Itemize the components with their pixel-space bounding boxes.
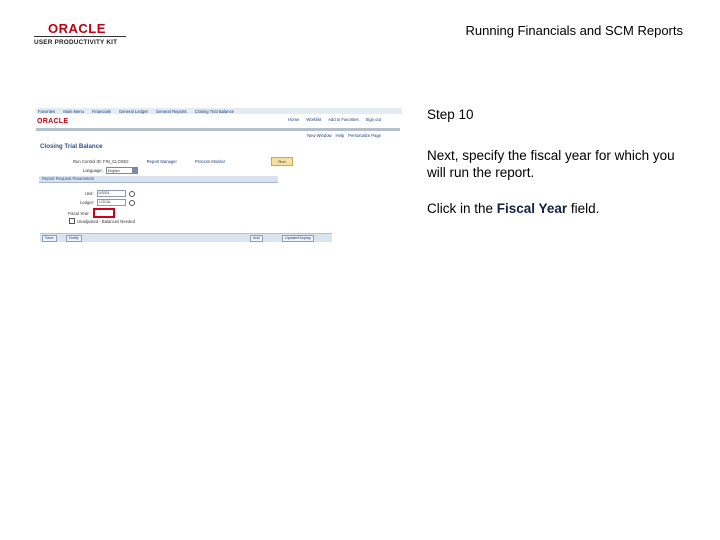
step-action: Click in the Fiscal Year field. [427, 201, 600, 216]
shot-process-monitor-link: Process Monitor [194, 159, 226, 164]
step-title: Step 10 [427, 107, 474, 122]
shot-header-bar [36, 128, 400, 131]
shot-checkbox [69, 218, 75, 224]
shot-add-button: Add [250, 235, 263, 242]
shot-menu-item: Favorites [38, 108, 56, 114]
step-description: Next, specify the fiscal year for which … [427, 148, 675, 180]
shot-brand: ORACLE [37, 118, 69, 125]
shot-footer-bar: Save Notify Add Update/Display [40, 233, 332, 242]
shot-section-header: Report Request Parameters [39, 176, 278, 183]
shot-notify-button: Notify [66, 235, 82, 242]
step-action-target: Fiscal Year [496, 201, 568, 216]
shot-fiscal-year-row: Fiscal Year: [68, 208, 115, 218]
shot-menu-item: Financials [91, 108, 111, 114]
shot-report-manager-link: Report Manager [146, 159, 177, 164]
logo-rule [34, 36, 126, 37]
shot-menu-item: General Reports [155, 108, 187, 114]
shot-menu-item: General Ledger [118, 108, 148, 114]
application-screenshot: Favorites Main Menu Financials General L… [33, 104, 403, 245]
shot-language-row: Language: English [83, 167, 138, 174]
shot-unit-input: US001 [96, 190, 126, 197]
shot-page-link: New Window [307, 133, 332, 138]
shot-menu-item: Main Menu [63, 108, 84, 114]
lookup-icon [129, 199, 136, 206]
shot-run-button: Run [271, 157, 293, 166]
logo-brand: ORACLE [48, 21, 106, 36]
shot-language-label: Language: [83, 168, 103, 173]
shot-menu-bar: Favorites Main Menu Financials General L… [36, 108, 402, 114]
fiscal-year-field[interactable] [92, 208, 115, 218]
oracle-upk-logo: ORACLE USER PRODUCTIVITY KIT [34, 22, 126, 48]
shot-menu-item: Closing Trial Balance [194, 108, 234, 114]
shot-ledger-input: LOCAL [97, 199, 127, 206]
logo-product: USER PRODUCTIVITY KIT [34, 39, 118, 46]
shot-top-link: Sign out [365, 117, 381, 122]
shot-language-select: English [105, 167, 138, 174]
shot-checkbox-row: Unadjusted - Balances Needed [69, 218, 135, 224]
shot-page-link: Help [335, 133, 345, 138]
shot-save-button: Save [42, 235, 57, 242]
shot-unit-row: Unit: US001 [85, 190, 135, 197]
shot-update-display-button: Update/Display [282, 235, 314, 242]
shot-page-links: New Window Help Personalize Page [307, 133, 381, 138]
shot-run-control: Run Control ID: FIN_CLOSE2 [73, 159, 129, 164]
shot-fiscal-year-label: Fiscal Year: [68, 210, 90, 216]
step-panel: Step 10 Next, specify the fiscal year fo… [427, 106, 687, 217]
shot-run-control-row: Run Control ID: FIN_CLOSE2 Report Manage… [73, 159, 225, 164]
shot-top-link: Home [288, 117, 300, 122]
shot-top-link: Worklist [306, 117, 322, 122]
shot-page-heading: Closing Trial Balance [40, 143, 103, 150]
shot-checkbox-label: Unadjusted - Balances Needed [77, 218, 135, 224]
shot-top-links: Home Worklist Add to Favorites Sign out [288, 117, 381, 122]
document-title: Running Financials and SCM Reports [465, 23, 684, 38]
shot-ledger-row: Ledger: LOCAL [80, 199, 136, 206]
shot-top-link: Add to Favorites [328, 117, 359, 122]
lookup-icon [128, 190, 135, 197]
shot-unit-label: Unit: [85, 191, 94, 196]
shot-ledger-label: Ledger: [80, 200, 95, 205]
shot-page-link: Personalize Page [348, 133, 381, 138]
